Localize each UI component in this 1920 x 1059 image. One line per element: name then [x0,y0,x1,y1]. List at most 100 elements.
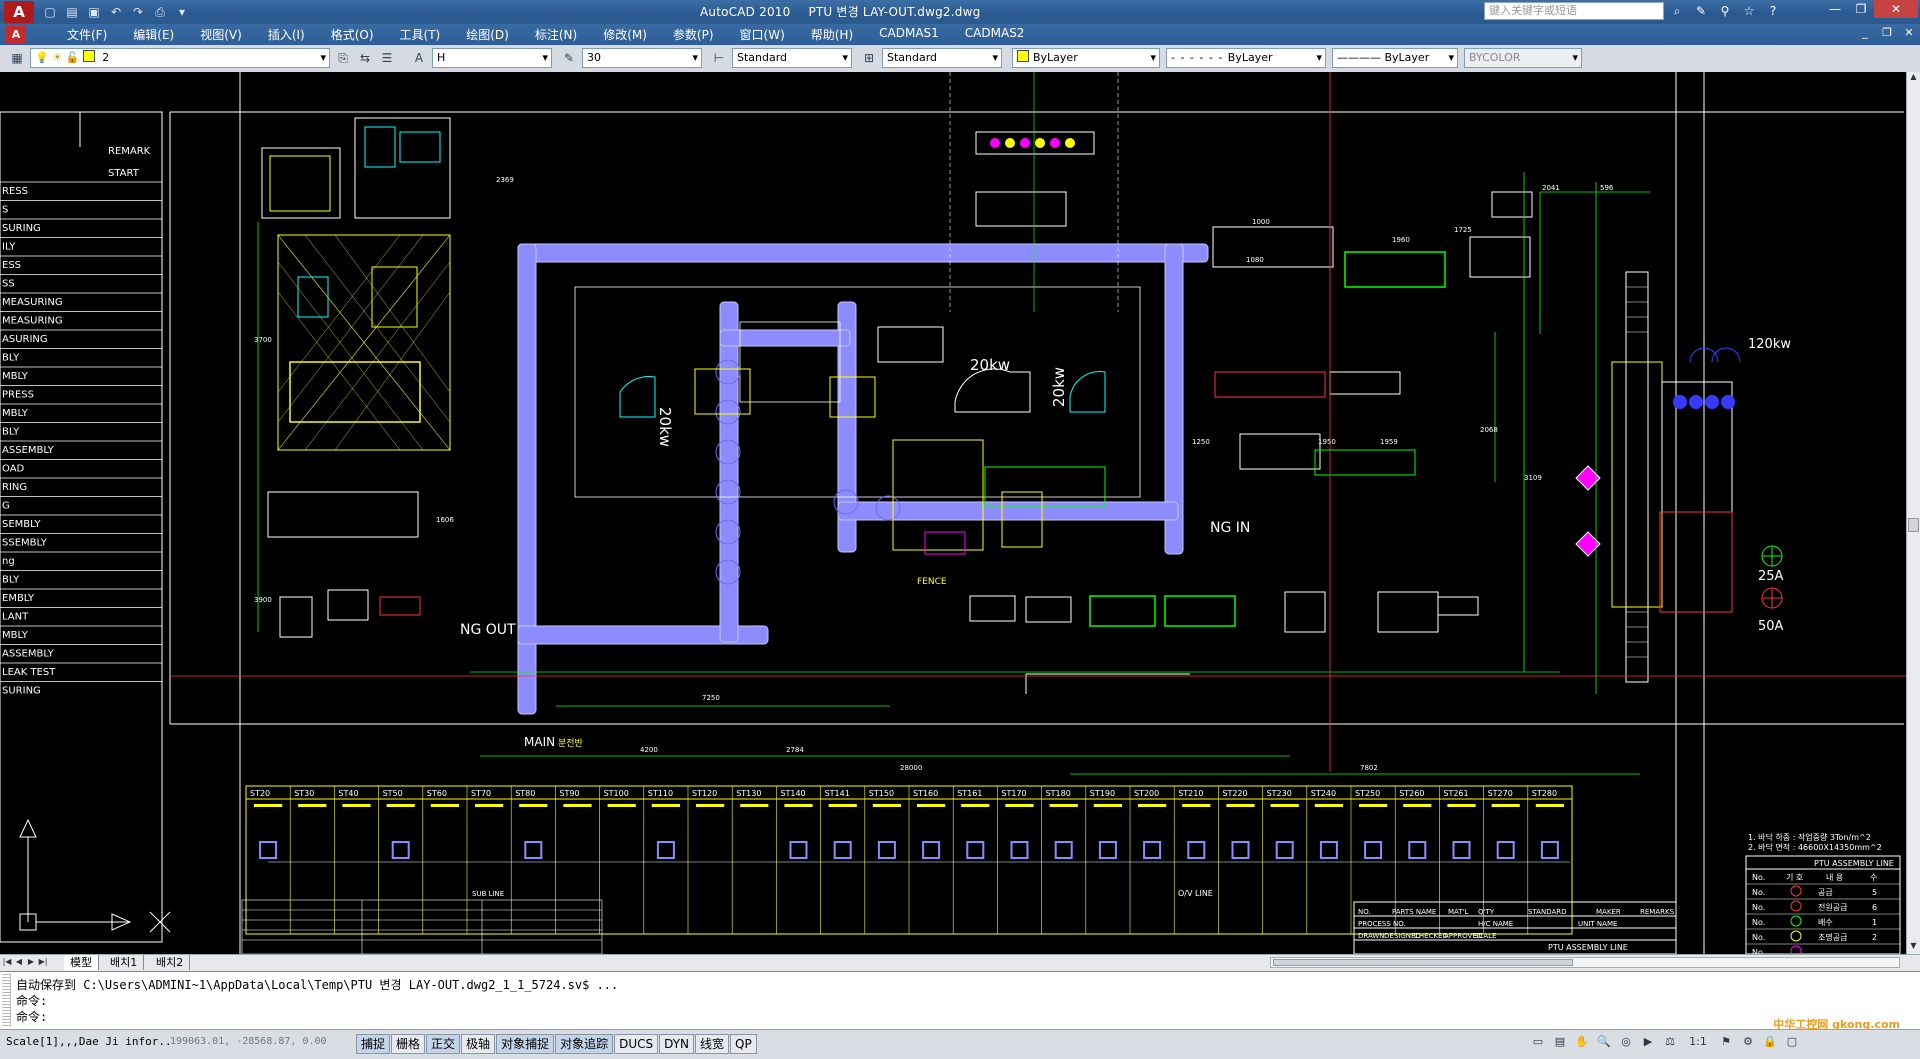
restore-button[interactable]: ❐ [1848,0,1874,18]
favorites-icon[interactable]: ☆ [1740,2,1758,20]
table-style-dropdown[interactable]: Standard [882,48,1002,68]
remark-row-text: SURING [2,686,41,697]
dim-style-icon[interactable]: ⊢ [710,49,728,67]
command-line-grip[interactable] [2,974,11,1026]
tab-model[interactable]: 模型 [64,955,99,970]
first-tab-icon[interactable]: |◀ [2,956,12,968]
text-height-dropdown[interactable]: 30 [582,48,702,68]
color-dropdown[interactable]: ByLayer [1012,48,1160,68]
showmotion-icon[interactable]: ▶ [1640,1035,1656,1048]
undo-icon[interactable]: ↶ [108,4,124,20]
minimize-button[interactable]: — [1822,0,1848,18]
toggle-dyn[interactable]: DYN [659,1034,695,1054]
layer-dropdown[interactable]: 💡 ☀ 🔓 2 [30,48,330,68]
binoculars-icon[interactable]: ⌕ [1668,2,1686,20]
menu-format[interactable]: 格式(O) [318,26,387,43]
doc-minimize-button[interactable]: _ [1858,26,1872,39]
menu-insert[interactable]: 插入(I) [255,26,318,43]
annotation-scale-icon[interactable]: ⚖ [1662,1035,1678,1048]
zoom-icon[interactable]: 🔍 [1596,1035,1612,1048]
menu-file[interactable]: 文件(F) [54,26,120,43]
make-current-icon[interactable]: ⎘ [334,49,352,67]
menu-parameter[interactable]: 参数(P) [660,26,727,43]
pan-icon[interactable]: ✋ [1574,1035,1590,1048]
menu-modify[interactable]: 修改(M) [590,26,660,43]
redo-icon[interactable]: ↷ [130,4,146,20]
qat-dropdown-icon[interactable]: ▾ [174,4,190,20]
layer-manager-icon[interactable]: ▦ [8,49,26,67]
menu-draw[interactable]: 绘图(D) [453,26,522,43]
text-style-icon[interactable]: A [410,49,428,67]
comm-center-icon[interactable]: ⚲ [1716,2,1734,20]
help-search-input[interactable]: 键入关键字或短语 [1484,2,1664,20]
linetype-dropdown[interactable]: - - - - - - ByLayer [1166,48,1326,68]
station-label: ST70 [471,789,491,798]
toggle-otrack[interactable]: 对象追踪 [555,1034,614,1054]
toggle-snap[interactable]: 捕捉 [356,1034,391,1054]
text-height-icon[interactable]: ✎ [560,49,578,67]
toggle-qp[interactable]: QP [730,1034,757,1054]
layer-previous-icon[interactable]: ⇆ [356,49,374,67]
menu-window[interactable]: 窗口(W) [727,26,798,43]
doc-close-button[interactable]: ✕ [1902,26,1916,39]
scroll-up-icon[interactable]: ▲ [1907,72,1920,85]
toggle-polar[interactable]: 极轴 [461,1034,496,1054]
next-tab-icon[interactable]: ▶ [26,956,36,968]
coordinate-readout[interactable]: 199063.01, -28568.87, 0.00 [170,1036,327,1047]
layout-icon[interactable]: ▤ [1552,1035,1568,1048]
model-space-icon[interactable]: ▭ [1530,1035,1546,1048]
vertical-scrollbar[interactable]: ▲ ▼ [1906,72,1920,954]
drawing-svg[interactable]: REMARK START RESS S SURING ILY ESS SS MEASURIN… [0,72,1906,954]
document-icon[interactable]: A [6,25,26,44]
menu-dimension[interactable]: 标注(N) [522,26,590,43]
toggle-ortho[interactable]: 正交 [426,1034,461,1054]
toggle-grid[interactable]: 栅格 [391,1034,426,1054]
clean-screen-icon[interactable]: ▢ [1784,1035,1800,1048]
open-icon[interactable]: ▤ [64,4,80,20]
tab-layout1[interactable]: 배치1 [104,955,145,970]
horizontal-scrollbar[interactable] [1270,957,1900,968]
doc-restore-button[interactable]: ❐ [1880,26,1894,39]
tools-icon[interactable]: ✎ [1692,2,1710,20]
help-icon[interactable]: ? [1764,2,1782,20]
annotation-scale-value[interactable]: 1:1 [1684,1035,1712,1048]
command-input[interactable]: 命令: [16,1008,47,1025]
drawing-canvas[interactable]: REMARK START RESS S SURING ILY ESS SS MEASURIN… [0,72,1906,954]
menu-tools[interactable]: 工具(T) [387,26,454,43]
svg-text:UNIT NAME: UNIT NAME [1578,920,1617,928]
menu-edit[interactable]: 编辑(E) [120,26,187,43]
last-tab-icon[interactable]: ▶| [38,956,48,968]
command-line[interactable]: 自动保存到 C:\Users\ADMINI~1\AppData\Local\Te… [0,971,1920,1030]
steeringwheel-icon[interactable]: ◎ [1618,1035,1634,1048]
lock-toolbar-icon[interactable]: 🔒 [1762,1035,1778,1048]
toggle-lineweight[interactable]: 线宽 [695,1034,730,1054]
print-icon[interactable]: ⎙ [152,4,168,20]
app-title: AutoCAD 2010 [700,5,791,19]
plotstyle-dropdown[interactable]: BYCOLOR [1464,48,1582,68]
menu-cadmas2[interactable]: CADMAS2 [952,26,1038,43]
lineweight-dropdown[interactable]: ———— ByLayer [1332,48,1458,68]
properties-toolbar: ▦ 💡 ☀ 🔓 2 ⎘ ⇆ ☰ A H ✎ 30 ⊢ Standard ⊞ St… [0,45,1920,73]
save-icon[interactable]: ▣ [86,4,102,20]
horizontal-scroll-thumb[interactable] [1273,959,1573,966]
dim-style-dropdown[interactable]: Standard [732,48,852,68]
menu-view[interactable]: 视图(V) [187,26,255,43]
table-style-icon[interactable]: ⊞ [860,49,878,67]
menu-cadmas1[interactable]: CADMAS1 [866,26,952,43]
text-style-dropdown[interactable]: H [432,48,552,68]
vertical-scroll-thumb[interactable] [1908,518,1919,532]
close-button[interactable]: ✕ [1874,0,1918,18]
layer-state-icon[interactable]: ☰ [378,49,396,67]
station-marker [254,804,283,807]
scroll-down-icon[interactable]: ▼ [1907,941,1920,954]
toggle-osnap[interactable]: 对象捕捉 [496,1034,555,1054]
remark-row-text: S [2,205,8,216]
new-icon[interactable]: ▢ [42,4,58,20]
prev-tab-icon[interactable]: ◀ [14,956,24,968]
menu-help[interactable]: 帮助(H) [798,26,866,43]
autocad-logo-icon[interactable]: A [4,1,34,23]
annotation-visibility-icon[interactable]: ⚑ [1718,1035,1734,1048]
tab-layout2[interactable]: 배치2 [150,955,191,970]
workspace-icon[interactable]: ⚙ [1740,1035,1756,1048]
toggle-ducs[interactable]: DUCS [614,1034,659,1054]
